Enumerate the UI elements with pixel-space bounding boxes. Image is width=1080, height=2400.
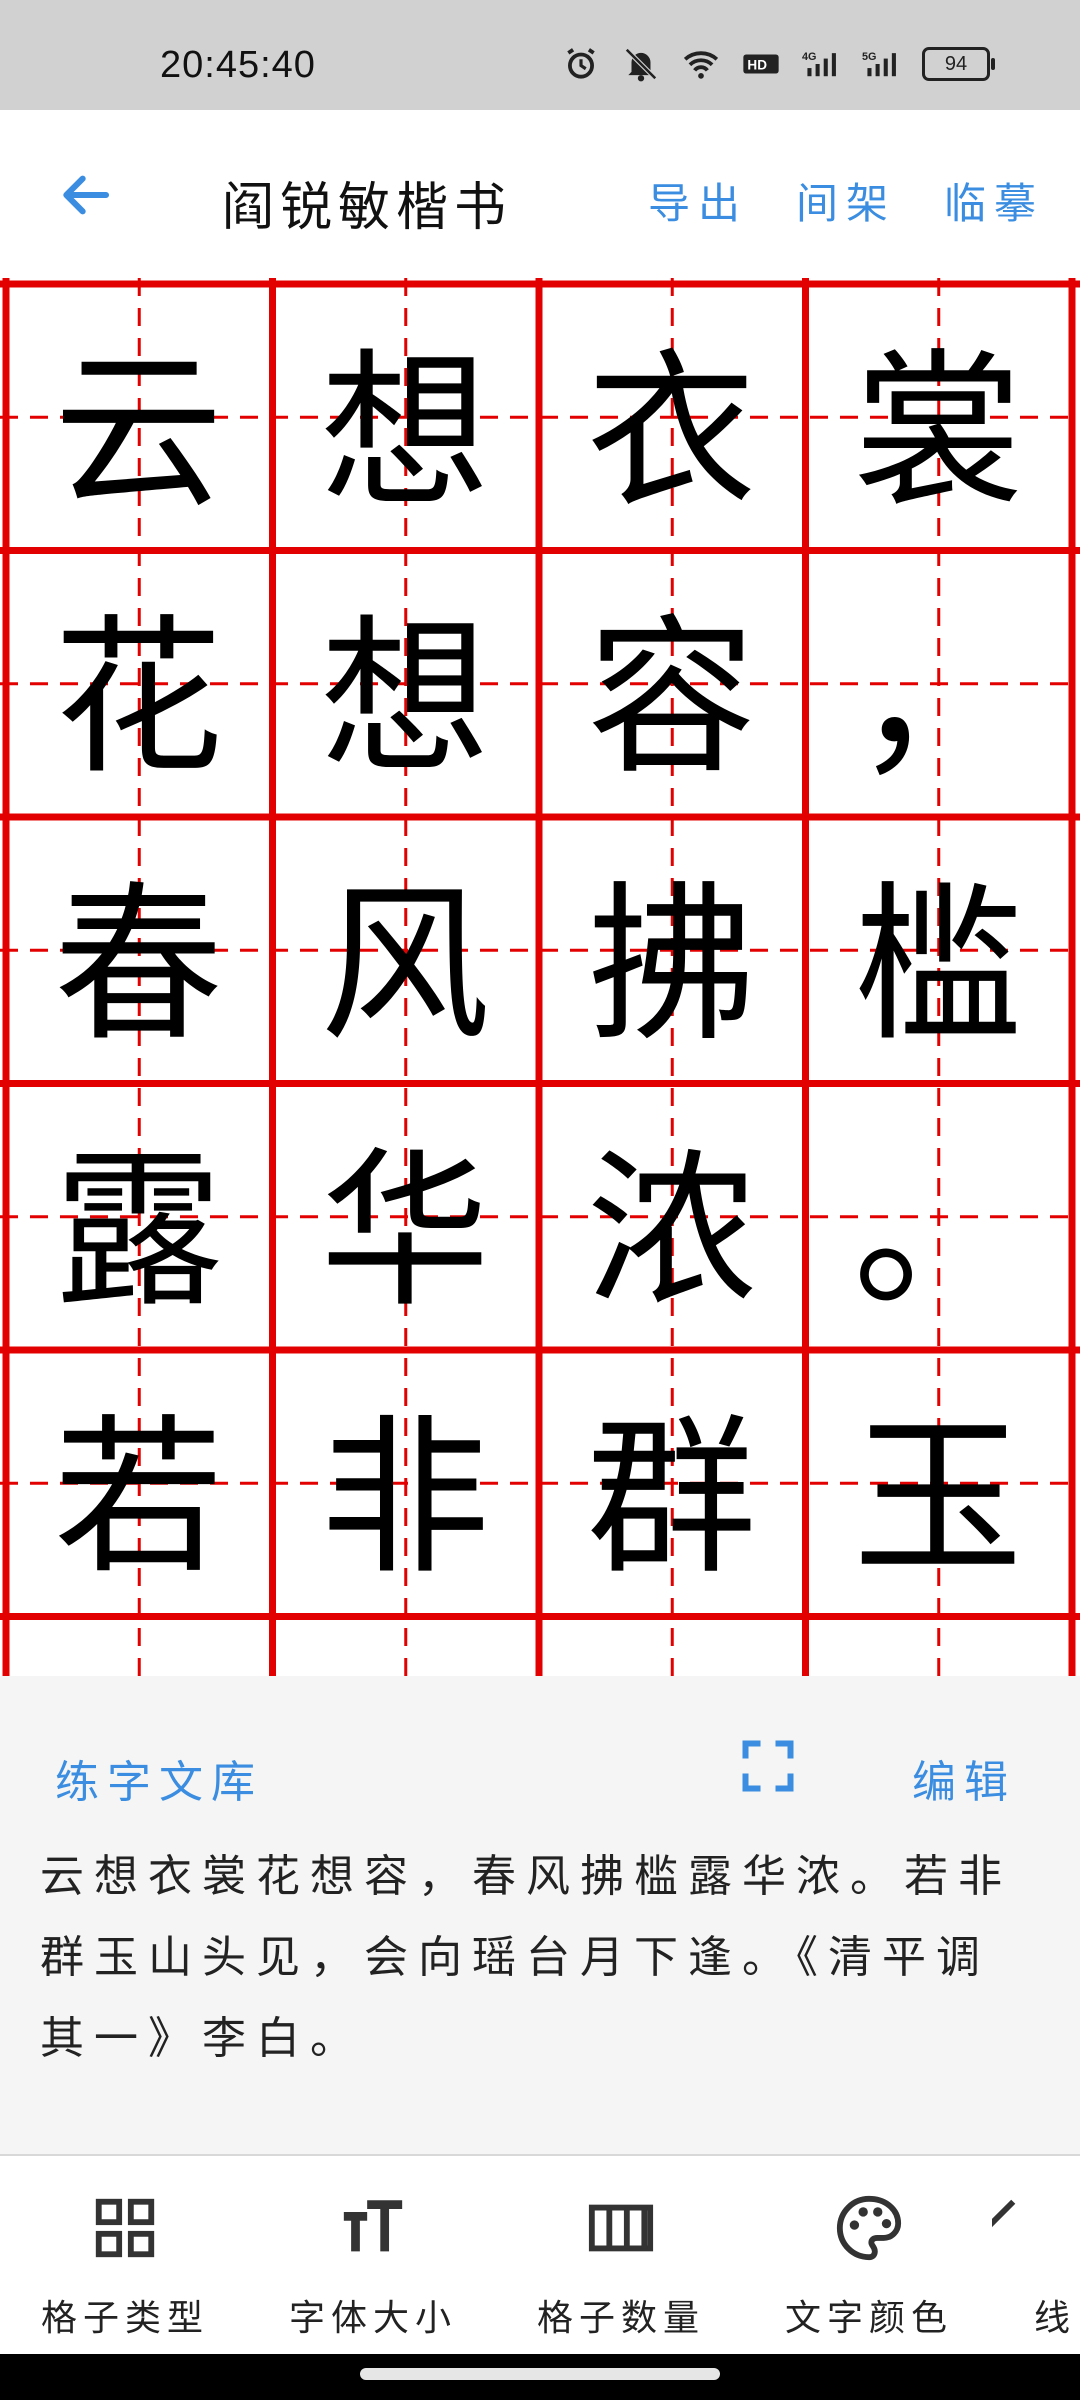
structure-button[interactable]: 间架 (796, 170, 896, 231)
nav-font-size[interactable]: 字体大小 (248, 2181, 498, 2351)
grid-character: 。 (852, 1133, 1023, 1331)
grid-character: 春 (53, 866, 224, 1065)
home-indicator[interactable] (360, 2368, 720, 2380)
line-icon (992, 2199, 1016, 2228)
library-title[interactable]: 练字文库 (55, 1746, 263, 1810)
svg-text:HD: HD (747, 57, 767, 72)
trace-button[interactable]: 临摹 (944, 170, 1044, 231)
status-bar: 20:45:40 HD 4G 5G 94 (0, 0, 1080, 110)
svg-text:4G: 4G (802, 51, 816, 63)
nav-label: 文字颜色 (784, 2298, 953, 2339)
bottom-toolbar: 格子类型 字体大小 格子数量 文字颜色 线 (0, 2154, 1080, 2356)
fullscreen-button[interactable] (738, 1736, 798, 1796)
grid-character: 拂 (586, 866, 757, 1065)
grid-character: 露 (53, 1133, 224, 1331)
library-text: 云想衣裳花想容，春风拂槛露华浓。若非 群玉山头见，会向瑶台月下逢。《清平调 其一… (40, 1836, 1050, 2079)
nav-grid-count[interactable]: 格子数量 (496, 2181, 746, 2351)
practice-library-panel: 练字文库 编辑 云想衣裳花想容，春风拂槛露华浓。若非 群玉山头见，会向瑶台月下逢… (0, 1676, 1080, 2154)
grid-type-icon (95, 2198, 155, 2258)
nav-label: 字体大小 (288, 2298, 457, 2339)
nav-grid-type[interactable]: 格子类型 (0, 2181, 250, 2351)
grid-character: 风 (319, 866, 490, 1065)
grid-character: 想 (319, 333, 490, 532)
back-button[interactable] (50, 160, 120, 230)
library-text-line: 其一》李白。 (40, 2013, 364, 2064)
hd-icon: HD (743, 54, 779, 74)
grid-character: 裳 (852, 333, 1023, 532)
alarm-icon (567, 48, 595, 79)
grid-character: 想 (319, 600, 490, 798)
font-size-icon (343, 2200, 403, 2252)
grid-character: 容 (586, 600, 757, 798)
status-time: 20:45:40 (160, 44, 316, 86)
grid-character: 槛 (852, 866, 1023, 1065)
grid-count-icon (588, 2204, 654, 2252)
grid-character: 华 (319, 1133, 490, 1331)
mute-icon (625, 48, 657, 82)
app-actions: 导出 间架 临摹 (648, 170, 1044, 231)
practice-grid[interactable]: 云想衣裳花想容 ， 春风拂槛露华浓。若非群玉 (0, 278, 1080, 1676)
grid-character: 玉 (852, 1399, 1023, 1598)
grid-character: 衣 (586, 333, 757, 532)
page-title: 阎锐敏楷书 (222, 178, 513, 238)
edit-button[interactable]: 编辑 (912, 1746, 1016, 1810)
status-icons: HD 4G 5G 94 (562, 45, 995, 83)
fullscreen-icon (742, 1740, 794, 1792)
nav-line[interactable]: 线 (992, 2181, 1080, 2351)
app-bar: 阎锐敏楷书 导出 间架 临摹 (0, 110, 1080, 280)
nav-label: 格子数量 (536, 2298, 705, 2339)
grid-character: 非 (319, 1399, 490, 1598)
battery-indicator: 94 (922, 47, 995, 81)
grid-character: 群 (586, 1399, 757, 1598)
library-text-line: 云想衣裳花想容，春风拂槛露华浓。若非 (40, 1851, 1012, 1902)
nav-text-color[interactable]: 文字颜色 (744, 2181, 994, 2351)
gesture-bar (0, 2354, 1080, 2400)
signal-4g-icon: 4G (802, 51, 836, 77)
grid-character: 浓 (586, 1133, 757, 1331)
signal-5g-icon: 5G (862, 51, 896, 77)
grid-character: 花 (53, 600, 224, 798)
back-arrow-icon (63, 175, 110, 215)
svg-text:5G: 5G (862, 51, 876, 63)
grid-character: 云 (53, 333, 224, 532)
library-text-line: 群玉山头见，会向瑶台月下逢。《清平调 (40, 1932, 990, 1983)
export-button[interactable]: 导出 (648, 170, 748, 231)
palette-icon (836, 2195, 902, 2261)
grid-character: 若 (53, 1399, 224, 1598)
wifi-icon (683, 51, 719, 79)
nav-label: 线 (1034, 2298, 1077, 2339)
nav-label: 格子类型 (40, 2298, 209, 2339)
grid-character: ， (852, 600, 1023, 798)
